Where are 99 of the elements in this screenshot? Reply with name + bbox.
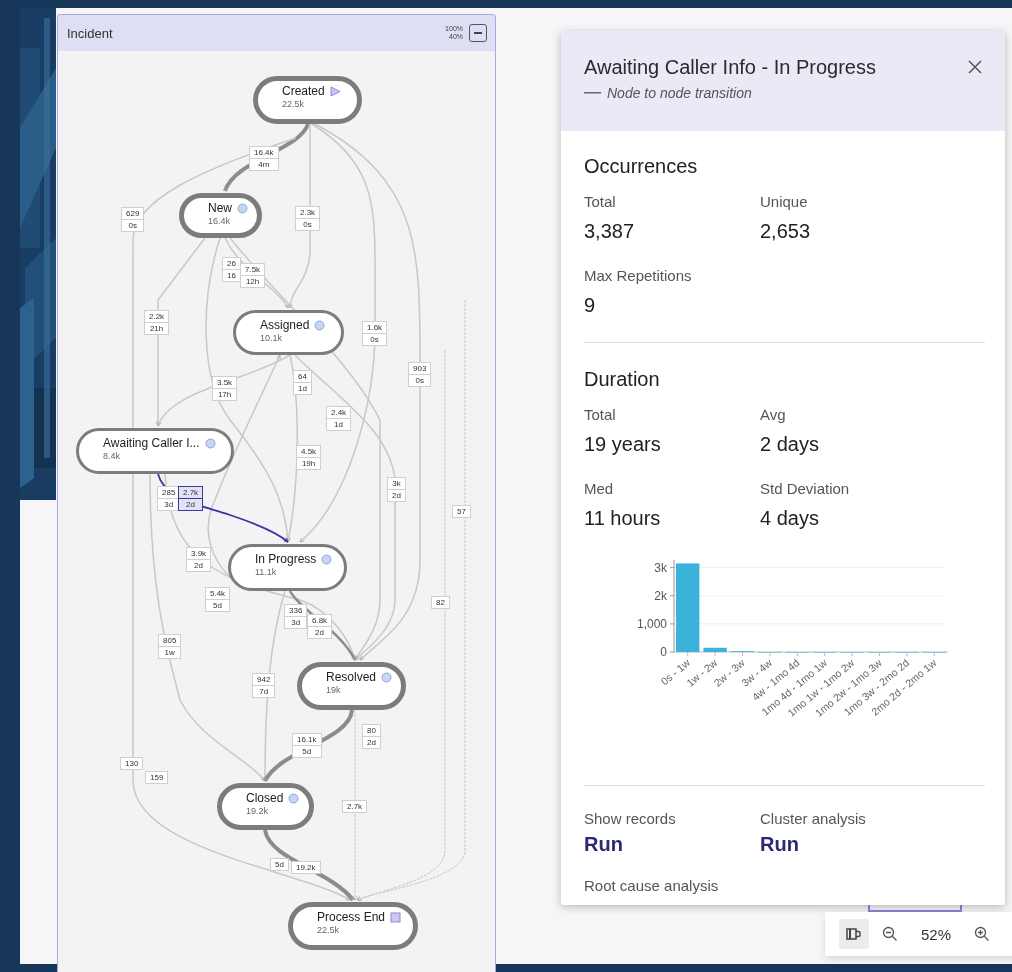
edge-label[interactable]: 805 1w xyxy=(158,634,182,659)
node-name: Resolved xyxy=(326,670,377,684)
stat-label: Total xyxy=(584,193,616,210)
node-name: Assigned xyxy=(260,318,310,332)
line-icon xyxy=(584,91,601,95)
edge-label[interactable]: 130 xyxy=(120,757,144,770)
process-node[interactable]: New 16.4k xyxy=(179,193,262,238)
edge-label[interactable]: 2.7k xyxy=(342,800,368,813)
process-node[interactable]: Resolved 19k xyxy=(297,662,406,710)
circle-icon xyxy=(314,319,326,331)
edge-label[interactable]: 64 1d xyxy=(293,370,312,395)
run-link[interactable]: Run xyxy=(760,833,799,856)
stat-value: 4 days xyxy=(760,507,819,530)
minus-icon xyxy=(474,32,482,34)
node-count: 22.5k xyxy=(317,925,340,935)
edge-label[interactable]: 80 2d xyxy=(362,724,381,749)
panel-subtitle: Node to node transition xyxy=(607,85,752,101)
edge-label[interactable]: 3k 2d xyxy=(387,477,406,502)
stat-label: Med xyxy=(584,480,614,497)
collapse-button[interactable] xyxy=(469,24,487,42)
stat-value: 19 years xyxy=(584,433,661,456)
histogram-bar xyxy=(703,647,727,652)
process-node[interactable]: Awaiting Caller I... 8.4k xyxy=(76,428,234,474)
node-name: Created xyxy=(282,84,325,98)
action-label: Show records xyxy=(584,810,676,827)
stat-value: 2 days xyxy=(760,433,819,456)
edge-label[interactable]: 7.5k 12h xyxy=(240,263,266,288)
edge-label[interactable]: 1.6k 0s xyxy=(362,321,388,346)
edge-label[interactable]: 16.4k 4m xyxy=(249,146,279,171)
edge-label[interactable]: 3.5k 17h xyxy=(212,376,238,401)
panel-title: Awaiting Caller Info - In Progress xyxy=(584,56,876,79)
process-node[interactable]: Process End 22.5k xyxy=(288,902,418,950)
stat-value: 2,653 xyxy=(760,220,811,243)
y-tick-label: 1,000 xyxy=(636,616,667,631)
process-node[interactable]: In Progress 11.1k xyxy=(228,544,347,591)
edge-label[interactable]: 16.1k 5d xyxy=(292,733,322,758)
circle-icon xyxy=(204,437,216,449)
edge-label[interactable]: 336 3d xyxy=(284,604,308,629)
process-node[interactable]: Created 22.5k xyxy=(253,76,362,124)
y-tick-label: 3k xyxy=(654,560,667,575)
edge-label[interactable]: 942 7d xyxy=(252,673,276,698)
section-label: Root cause analysis xyxy=(584,877,719,894)
map-title: Incident xyxy=(67,25,114,41)
zoom-out-icon xyxy=(882,926,898,942)
process-node[interactable]: Closed 19.2k xyxy=(217,783,314,830)
run-link[interactable]: Run xyxy=(584,833,623,856)
node-count: 19k xyxy=(326,685,341,695)
action-label: Cluster analysis xyxy=(760,810,866,827)
node-count: 8.4k xyxy=(103,451,120,461)
process-node[interactable]: Assigned 10.1k xyxy=(233,310,344,355)
node-name: Closed xyxy=(246,791,284,805)
edge-label[interactable]: 4.5k 19h xyxy=(296,445,322,470)
legend-button[interactable] xyxy=(839,919,869,949)
zoom-level: 52% xyxy=(920,925,952,943)
play-icon xyxy=(329,85,341,97)
y-tick-label: 0 xyxy=(660,645,667,659)
circle-icon xyxy=(288,792,300,804)
edge-label[interactable]: 57 xyxy=(452,505,471,518)
square-icon xyxy=(390,911,402,923)
y-tick-label: 2k xyxy=(654,588,667,603)
edge-label[interactable]: 82 xyxy=(431,596,450,609)
node-count: 10.1k xyxy=(260,333,283,343)
zoom-in-icon xyxy=(974,926,990,942)
node-count: 22.5k xyxy=(282,99,305,109)
edge-label[interactable]: 26 16 xyxy=(222,257,241,282)
stat-label: Total xyxy=(584,406,616,423)
circle-icon xyxy=(321,553,333,565)
edge-label[interactable]: 2.2k 21h xyxy=(144,310,170,335)
edge-label[interactable]: 6.8k 2d xyxy=(307,614,333,639)
edge-label[interactable]: 2.3k 0s xyxy=(295,206,321,231)
node-count: 11.1k xyxy=(255,567,277,577)
stat-value: 3,387 xyxy=(584,220,635,243)
stat-value: 9 xyxy=(584,294,596,317)
node-name: New xyxy=(208,201,232,215)
circle-icon xyxy=(237,202,248,214)
edge-label[interactable]: 5.4k 5d xyxy=(205,587,231,612)
stat-value: 11 hours xyxy=(584,507,661,530)
node-name: Awaiting Caller I... xyxy=(103,436,200,450)
stat-label: Max Repetitions xyxy=(584,267,692,284)
edge-label[interactable]: 5d xyxy=(270,858,289,871)
section-heading: Occurrences xyxy=(584,155,699,178)
edge-label[interactable]: 3.9k 2d xyxy=(186,547,212,572)
stat-label: Avg xyxy=(760,406,786,423)
node-name: Process End xyxy=(317,910,386,924)
edge-label[interactable]: 2.4k 1d xyxy=(326,406,352,431)
edge-label[interactable]: 159 xyxy=(145,771,169,784)
map-icon xyxy=(846,927,862,941)
edge-label[interactable]: 903 0s xyxy=(408,362,432,387)
edge-label[interactable]: 285 3d xyxy=(157,486,181,511)
node-name: In Progress xyxy=(255,552,317,566)
node-count: 19.2k xyxy=(246,806,269,816)
stat-label: Unique xyxy=(760,193,808,210)
edge-label[interactable]: 19.2k xyxy=(291,861,321,874)
edge-label[interactable]: 2.7k 2d xyxy=(178,486,204,511)
circle-icon xyxy=(381,671,393,683)
node-count: 16.4k xyxy=(208,216,231,226)
stat-label: Std Deviation xyxy=(760,480,850,497)
section-heading: Duration xyxy=(584,368,661,391)
edge-label[interactable]: 629 0s xyxy=(121,207,145,232)
